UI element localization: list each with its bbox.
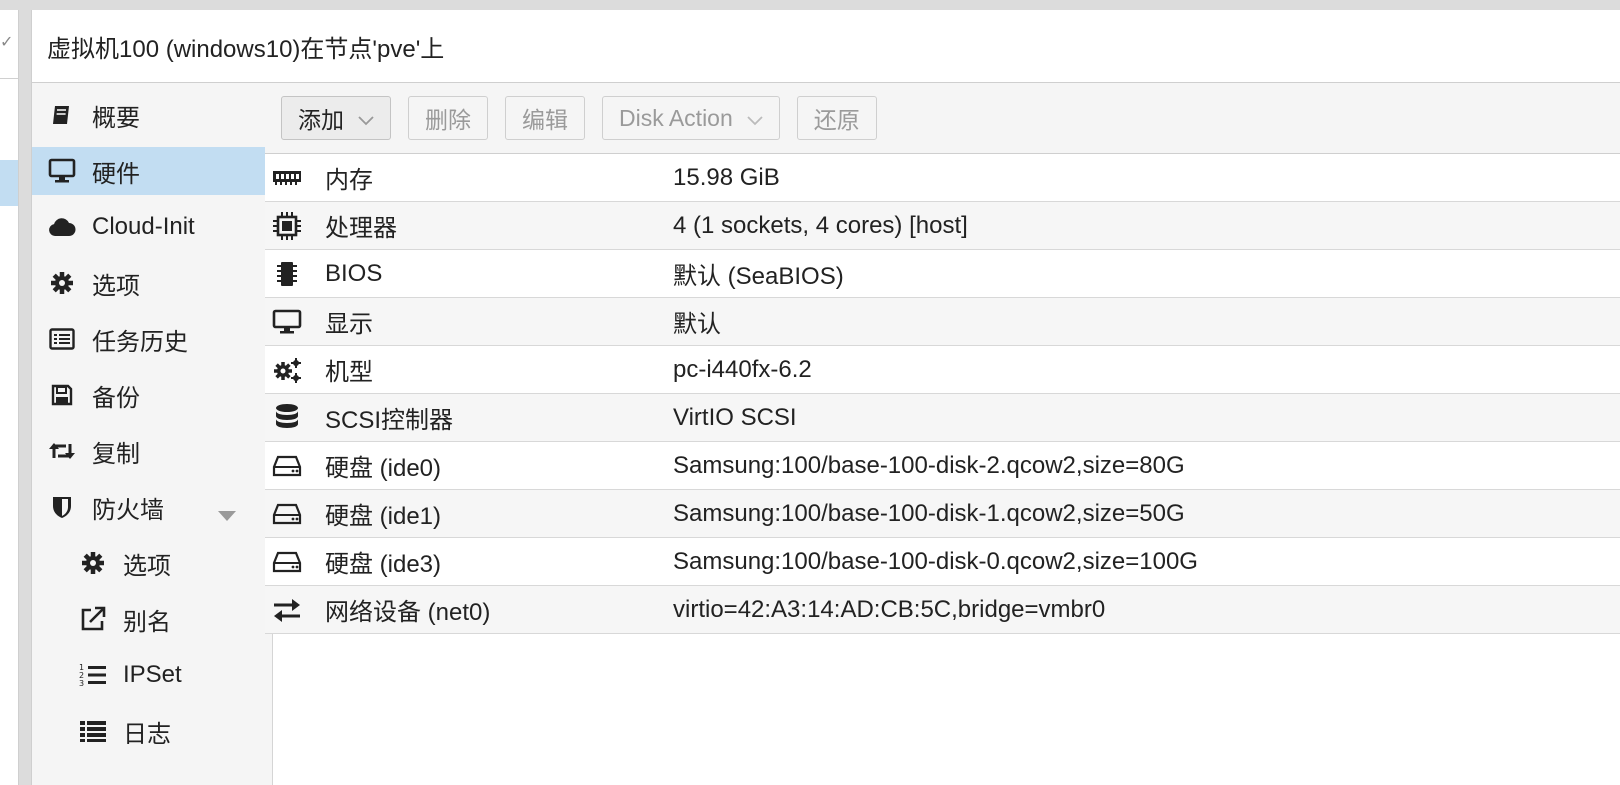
retweet-icon	[48, 437, 76, 465]
chevron-down-icon	[747, 105, 763, 132]
shield-icon	[48, 493, 76, 521]
nav-item-replication[interactable]: 复制	[32, 427, 272, 475]
nav-item-label: 选项	[123, 552, 171, 580]
row-value: VirtIO SCSI	[673, 403, 797, 431]
row-name: SCSI控制器	[325, 407, 454, 434]
nav-item-label: 硬件	[92, 160, 140, 188]
list-alt-icon	[48, 325, 76, 353]
svg-text:3: 3	[79, 679, 84, 688]
row-value: pc-i440fx-6.2	[673, 355, 812, 383]
divider	[0, 78, 18, 79]
nav-item-label: 日志	[123, 720, 171, 748]
row-name: 处理器	[325, 215, 397, 242]
row-name: 机型	[325, 359, 373, 386]
database-icon	[272, 403, 312, 432]
external-link-icon	[79, 605, 107, 633]
resource-tree-edge: ✓	[0, 10, 19, 785]
nav-item-summary[interactable]: 概要	[32, 91, 272, 139]
memory-icon	[272, 164, 312, 192]
toolbar: 添加 删除 编辑 Disk Action 还原	[265, 83, 1620, 154]
row-value: Samsung:100/base-100-disk-2.qcow2,size=8…	[673, 451, 1185, 479]
row-name: 显示	[325, 311, 373, 338]
hardware-view: 添加 删除 编辑 Disk Action 还原 内存 15.98 GiB 处理器…	[265, 83, 1620, 785]
row-name: BIOS	[325, 259, 383, 287]
disk-action-button[interactable]: Disk Action	[602, 96, 780, 140]
floppy-icon	[48, 381, 76, 409]
row-name: 网络设备 (net0)	[325, 599, 491, 626]
nav-item-hardware[interactable]: 硬件	[32, 147, 272, 195]
hardware-grid: 内存 15.98 GiB 处理器 4 (1 sockets, 4 cores) …	[265, 154, 1620, 634]
vm-nav: 概要 硬件 Cloud-Init 选项 任务历史 备份 复制 防火墙 选项 别名…	[32, 83, 273, 785]
nav-item-backup[interactable]: 备份	[32, 371, 272, 419]
nav-item-label: 复制	[92, 440, 140, 468]
disk-action-label: Disk Action	[619, 104, 733, 131]
nav-item-label: 备份	[92, 384, 140, 412]
row-value: 4 (1 sockets, 4 cores) [host]	[673, 211, 968, 239]
nav-item-label: 防火墙	[92, 496, 164, 524]
table-row[interactable]: BIOS 默认 (SeaBIOS)	[265, 250, 1620, 298]
chevron-down-icon	[358, 105, 374, 132]
table-row[interactable]: 机型 pc-i440fx-6.2	[265, 346, 1620, 394]
nav-item-firewall[interactable]: 防火墙	[32, 483, 272, 531]
table-row[interactable]: SCSI控制器 VirtIO SCSI	[265, 394, 1620, 442]
nav-item-label: 任务历史	[92, 328, 188, 356]
table-row[interactable]: 处理器 4 (1 sockets, 4 cores) [host]	[265, 202, 1620, 250]
book-icon	[48, 101, 76, 129]
table-row[interactable]: 硬盘 (ide0) Samsung:100/base-100-disk-2.qc…	[265, 442, 1620, 490]
nav-item-label: 别名	[123, 608, 171, 636]
cogs-icon	[272, 356, 312, 384]
nav-item-task-history[interactable]: 任务历史	[32, 315, 272, 363]
nav-item-options[interactable]: 选项	[32, 259, 272, 307]
row-value: 默认 (SeaBIOS)	[673, 263, 844, 290]
cpu-icon	[272, 211, 312, 240]
row-name: 内存	[325, 167, 373, 194]
tree-selected-row[interactable]	[0, 160, 18, 206]
row-value: 15.98 GiB	[673, 163, 780, 191]
nav-item-label: 概要	[92, 104, 140, 132]
nav-item-ipset[interactable]: 123 IPSet	[32, 651, 272, 699]
row-value: Samsung:100/base-100-disk-1.qcow2,size=5…	[673, 499, 1185, 527]
desktop-icon	[272, 308, 312, 336]
table-row[interactable]: 网络设备 (net0) virtio=42:A3:14:AD:CB:5C,bri…	[265, 586, 1620, 634]
exchange-icon	[272, 596, 312, 624]
vm-panel: 虚拟机100 (windows10)在节点'pve'上 概要 硬件 Cloud-…	[31, 10, 1620, 785]
edit-button[interactable]: 编辑	[505, 96, 585, 140]
nav-item-label: 选项	[92, 272, 140, 300]
hdd-icon	[272, 500, 312, 528]
add-button[interactable]: 添加	[281, 96, 391, 140]
row-name: 硬盘 (ide0)	[325, 455, 442, 482]
gear-icon	[48, 269, 76, 297]
nav-item-log[interactable]: 日志	[32, 707, 272, 755]
nav-item-firewall-options[interactable]: 选项	[32, 539, 272, 587]
panel-title: 虚拟机100 (windows10)在节点'pve'上	[32, 10, 1620, 83]
hdd-icon	[272, 548, 312, 576]
list-icon	[79, 717, 107, 745]
list-ol-icon: 123	[79, 661, 107, 689]
nav-item-cloud-init[interactable]: Cloud-Init	[32, 203, 272, 251]
row-value: Samsung:100/base-100-disk-0.qcow2,size=1…	[673, 547, 1198, 575]
nav-item-label: Cloud-Init	[92, 213, 195, 240]
row-name: 硬盘 (ide1)	[325, 503, 442, 530]
table-row[interactable]: 内存 15.98 GiB	[265, 154, 1620, 202]
nav-item-label: IPSet	[123, 661, 182, 688]
add-button-label: 添加	[298, 107, 344, 133]
microchip-icon	[272, 260, 312, 288]
gear-icon	[79, 549, 107, 577]
caret-down-icon[interactable]	[217, 501, 237, 529]
table-row[interactable]: 硬盘 (ide3) Samsung:100/base-100-disk-0.qc…	[265, 538, 1620, 586]
row-value: virtio=42:A3:14:AD:CB:5C,bridge=vmbr0	[673, 595, 1106, 623]
nav-item-alias[interactable]: 别名	[32, 595, 272, 643]
revert-button[interactable]: 还原	[796, 96, 877, 140]
collapse-tool-icon[interactable]: ✓	[0, 28, 13, 58]
row-value: 默认	[673, 311, 721, 338]
table-row[interactable]: 硬盘 (ide1) Samsung:100/base-100-disk-1.qc…	[265, 490, 1620, 538]
hdd-icon	[272, 452, 312, 480]
row-name: 硬盘 (ide3)	[325, 551, 442, 578]
remove-button[interactable]: 删除	[408, 96, 488, 140]
desktop-icon	[48, 157, 76, 185]
table-row[interactable]: 显示 默认	[265, 298, 1620, 346]
cloud-icon	[48, 213, 76, 241]
